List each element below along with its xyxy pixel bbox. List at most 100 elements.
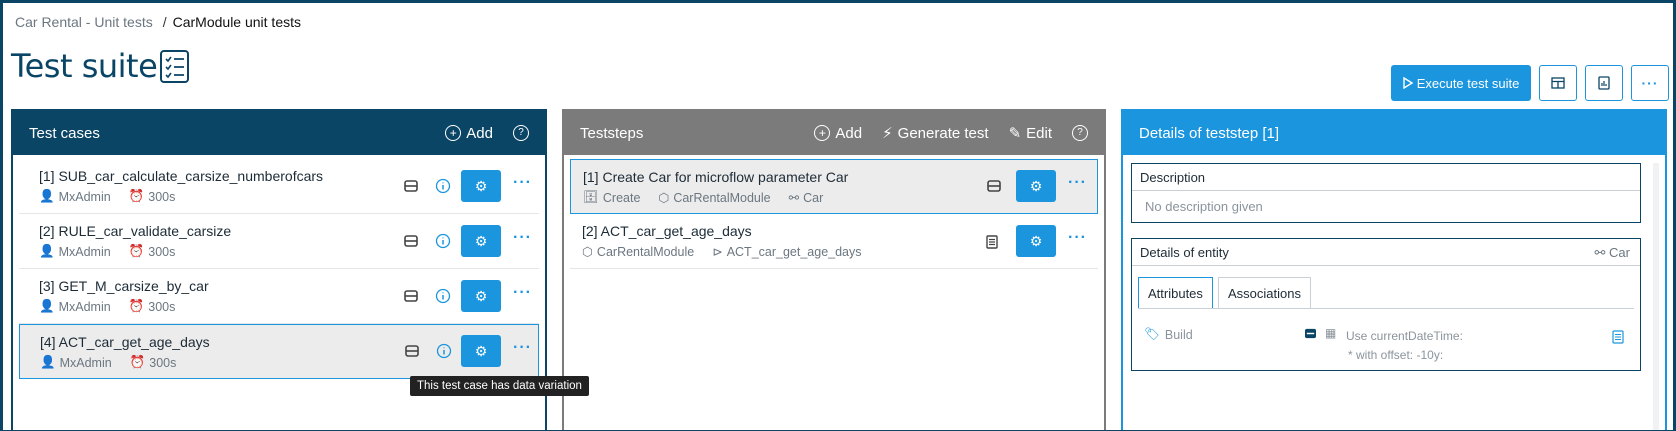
teststep-action: Create (602, 190, 641, 205)
breadcrumb-parent[interactable]: Car Rental - Unit tests (15, 14, 153, 30)
alarm-icon: ⏰ (128, 299, 145, 313)
database-icon: 🗄 (583, 190, 599, 204)
test-case-row-4[interactable]: [4] ACT_car_get_age_days 👤 MxAdmin ⏰ 300s … (19, 324, 539, 379)
checklist-icon (160, 50, 189, 83)
test-case-meta: 👤 MxAdmin ⏰ 300s (39, 299, 175, 314)
test-case-title: [1] SUB_car_calculate_carsize_numberofca… (39, 168, 324, 184)
row-more-button[interactable]: ··· (1068, 174, 1087, 192)
test-cases-header: Test cases + Add ? (13, 111, 545, 155)
teststep-title: [2] ACT_car_get_age_days (582, 223, 752, 239)
report-button[interactable] (1585, 65, 1623, 101)
details-title: Details of teststep [1] (1139, 124, 1280, 142)
breadcrumb-separator: / (162, 14, 167, 30)
breadcrumb-current: CarModule unit tests (172, 14, 302, 30)
configure-button[interactable]: ⚙ (461, 335, 501, 367)
user-icon: 👤 (40, 355, 56, 369)
entity-details-label: Details of entity (1140, 245, 1229, 260)
test-case-timeout: 300s (148, 244, 176, 259)
test-case-timeout: 300s (148, 189, 176, 204)
help-button[interactable]: ? (513, 125, 529, 141)
test-case-title: [3] GET_M_carsize_by_car (39, 278, 209, 294)
teststep-row-1[interactable]: [1] Create Car for microflow parameter C… (570, 159, 1098, 214)
gear-icon: ⚙ (474, 342, 488, 359)
test-case-meta: 👤 MxAdmin ⏰ 300s (40, 355, 176, 370)
row-more-button[interactable]: ··· (513, 174, 532, 192)
test-case-user: MxAdmin (58, 244, 111, 259)
test-case-row-3[interactable]: [3] GET_M_carsize_by_car 👤 MxAdmin ⏰ 300s … (19, 269, 539, 324)
row-more-button[interactable]: ··· (513, 339, 532, 357)
test-case-title: [4] ACT_car_get_age_days (40, 334, 210, 350)
module-icon: ⬡ (582, 245, 593, 259)
help-button[interactable]: ? (1072, 125, 1088, 141)
configure-button[interactable]: ⚙ (461, 170, 501, 202)
scrollbar[interactable] (1653, 163, 1659, 430)
teststep-row-2[interactable]: [2] ACT_car_get_age_days ⬡ CarRentalModul… (570, 214, 1098, 269)
test-case-meta: 👤 MxAdmin ⏰ 300s (39, 244, 175, 259)
teststep-meta: ⬡ CarRentalModule ⊳ ACT_car_get_age_days (582, 244, 862, 260)
configure-button[interactable]: ⚙ (1016, 170, 1056, 202)
gear-icon: ⚙ (474, 177, 488, 194)
row-more-button[interactable]: ··· (1068, 229, 1087, 247)
configure-button[interactable]: ⚙ (1016, 225, 1056, 257)
data-variation-icon (404, 235, 418, 247)
attribute-name: Build (1164, 327, 1193, 342)
more-options-button[interactable]: ··· (1631, 65, 1669, 101)
tab-attributes[interactable]: Attributes (1138, 277, 1213, 309)
test-case-list: [1] SUB_car_calculate_carsize_numberofca… (13, 155, 545, 379)
teststep-entity: Car (803, 190, 824, 205)
play-icon (1402, 77, 1413, 89)
description-box: Description No description given (1131, 163, 1641, 223)
gear-icon: ⚙ (474, 232, 488, 249)
list-icon (986, 235, 998, 249)
row-more-button[interactable]: ··· (513, 229, 532, 247)
teststeps-header: Teststeps + Add ⚡ Generate test ✎ Edit ? (564, 111, 1104, 155)
add-test-case-label: Add (466, 124, 493, 142)
configure-button[interactable]: ⚙ (461, 280, 501, 312)
add-teststep-button[interactable]: + Add (814, 125, 862, 142)
tab-associations[interactable]: Associations (1218, 277, 1311, 309)
data-variation-icon (404, 180, 418, 192)
add-test-case-button[interactable]: + Add (445, 125, 493, 142)
data-variation-icon (1305, 328, 1316, 339)
description-value: No description given (1145, 199, 1263, 214)
page-title: Test suite (11, 47, 158, 85)
teststep-list: [1] Create Car for microflow parameter C… (564, 155, 1104, 269)
table-view-button[interactable] (1539, 65, 1577, 101)
user-icon: 👤 (39, 244, 55, 258)
generate-test-button[interactable]: ⚡ Generate test (882, 124, 988, 143)
plus-icon: + (445, 125, 462, 141)
alarm-icon: ⏰ (129, 355, 146, 369)
tag-icon: 🏷 (1144, 327, 1160, 341)
test-case-row-1[interactable]: [1] SUB_car_calculate_carsize_numberofca… (19, 159, 539, 214)
info-icon[interactable] (435, 178, 451, 194)
attribute-value-line-2: * with offset: -10y: (1348, 348, 1444, 362)
edit-button[interactable]: ✎ Edit (1009, 124, 1052, 143)
execute-test-suite-button[interactable]: Execute test suite (1391, 65, 1531, 101)
execute-label: Execute test suite (1416, 75, 1520, 91)
data-variation-icon (404, 290, 418, 302)
entity-details-box: Details of entity ⚯ Car Attributes Assoc… (1131, 238, 1641, 371)
test-cases-title: Test cases (29, 124, 100, 142)
test-case-row-2[interactable]: [2] RULE_car_validate_carsize 👤 MxAdmin ⏰… (19, 214, 539, 269)
teststeps-title: Teststeps (580, 124, 644, 142)
teststep-meta: 🗄 Create ⬡ CarRentalModule ⚯ Car (583, 190, 823, 205)
entity-details-header: Details of entity ⚯ Car (1132, 239, 1640, 266)
magic-wand-icon: ⚡ (882, 125, 893, 142)
help-icon: ? (513, 125, 529, 141)
list-icon[interactable] (1612, 330, 1624, 344)
details-panel: Details of teststep [1] Description No d… (1121, 109, 1667, 430)
data-variation-tooltip: This test case has data variation (410, 376, 589, 396)
entity-name-tag: ⚯ Car (1595, 245, 1630, 261)
info-icon[interactable] (435, 288, 451, 304)
table-icon (1551, 77, 1565, 89)
info-icon[interactable] (435, 233, 451, 249)
help-icon: ? (1072, 125, 1088, 141)
test-case-title: [2] RULE_car_validate_carsize (39, 223, 232, 239)
row-more-button[interactable]: ··· (513, 284, 532, 302)
user-icon: 👤 (39, 299, 55, 313)
info-icon[interactable] (436, 343, 452, 359)
data-variation-icon (987, 180, 1001, 192)
configure-button[interactable]: ⚙ (461, 225, 501, 257)
alarm-icon: ⏰ (128, 189, 145, 203)
plus-icon: + (814, 125, 831, 141)
